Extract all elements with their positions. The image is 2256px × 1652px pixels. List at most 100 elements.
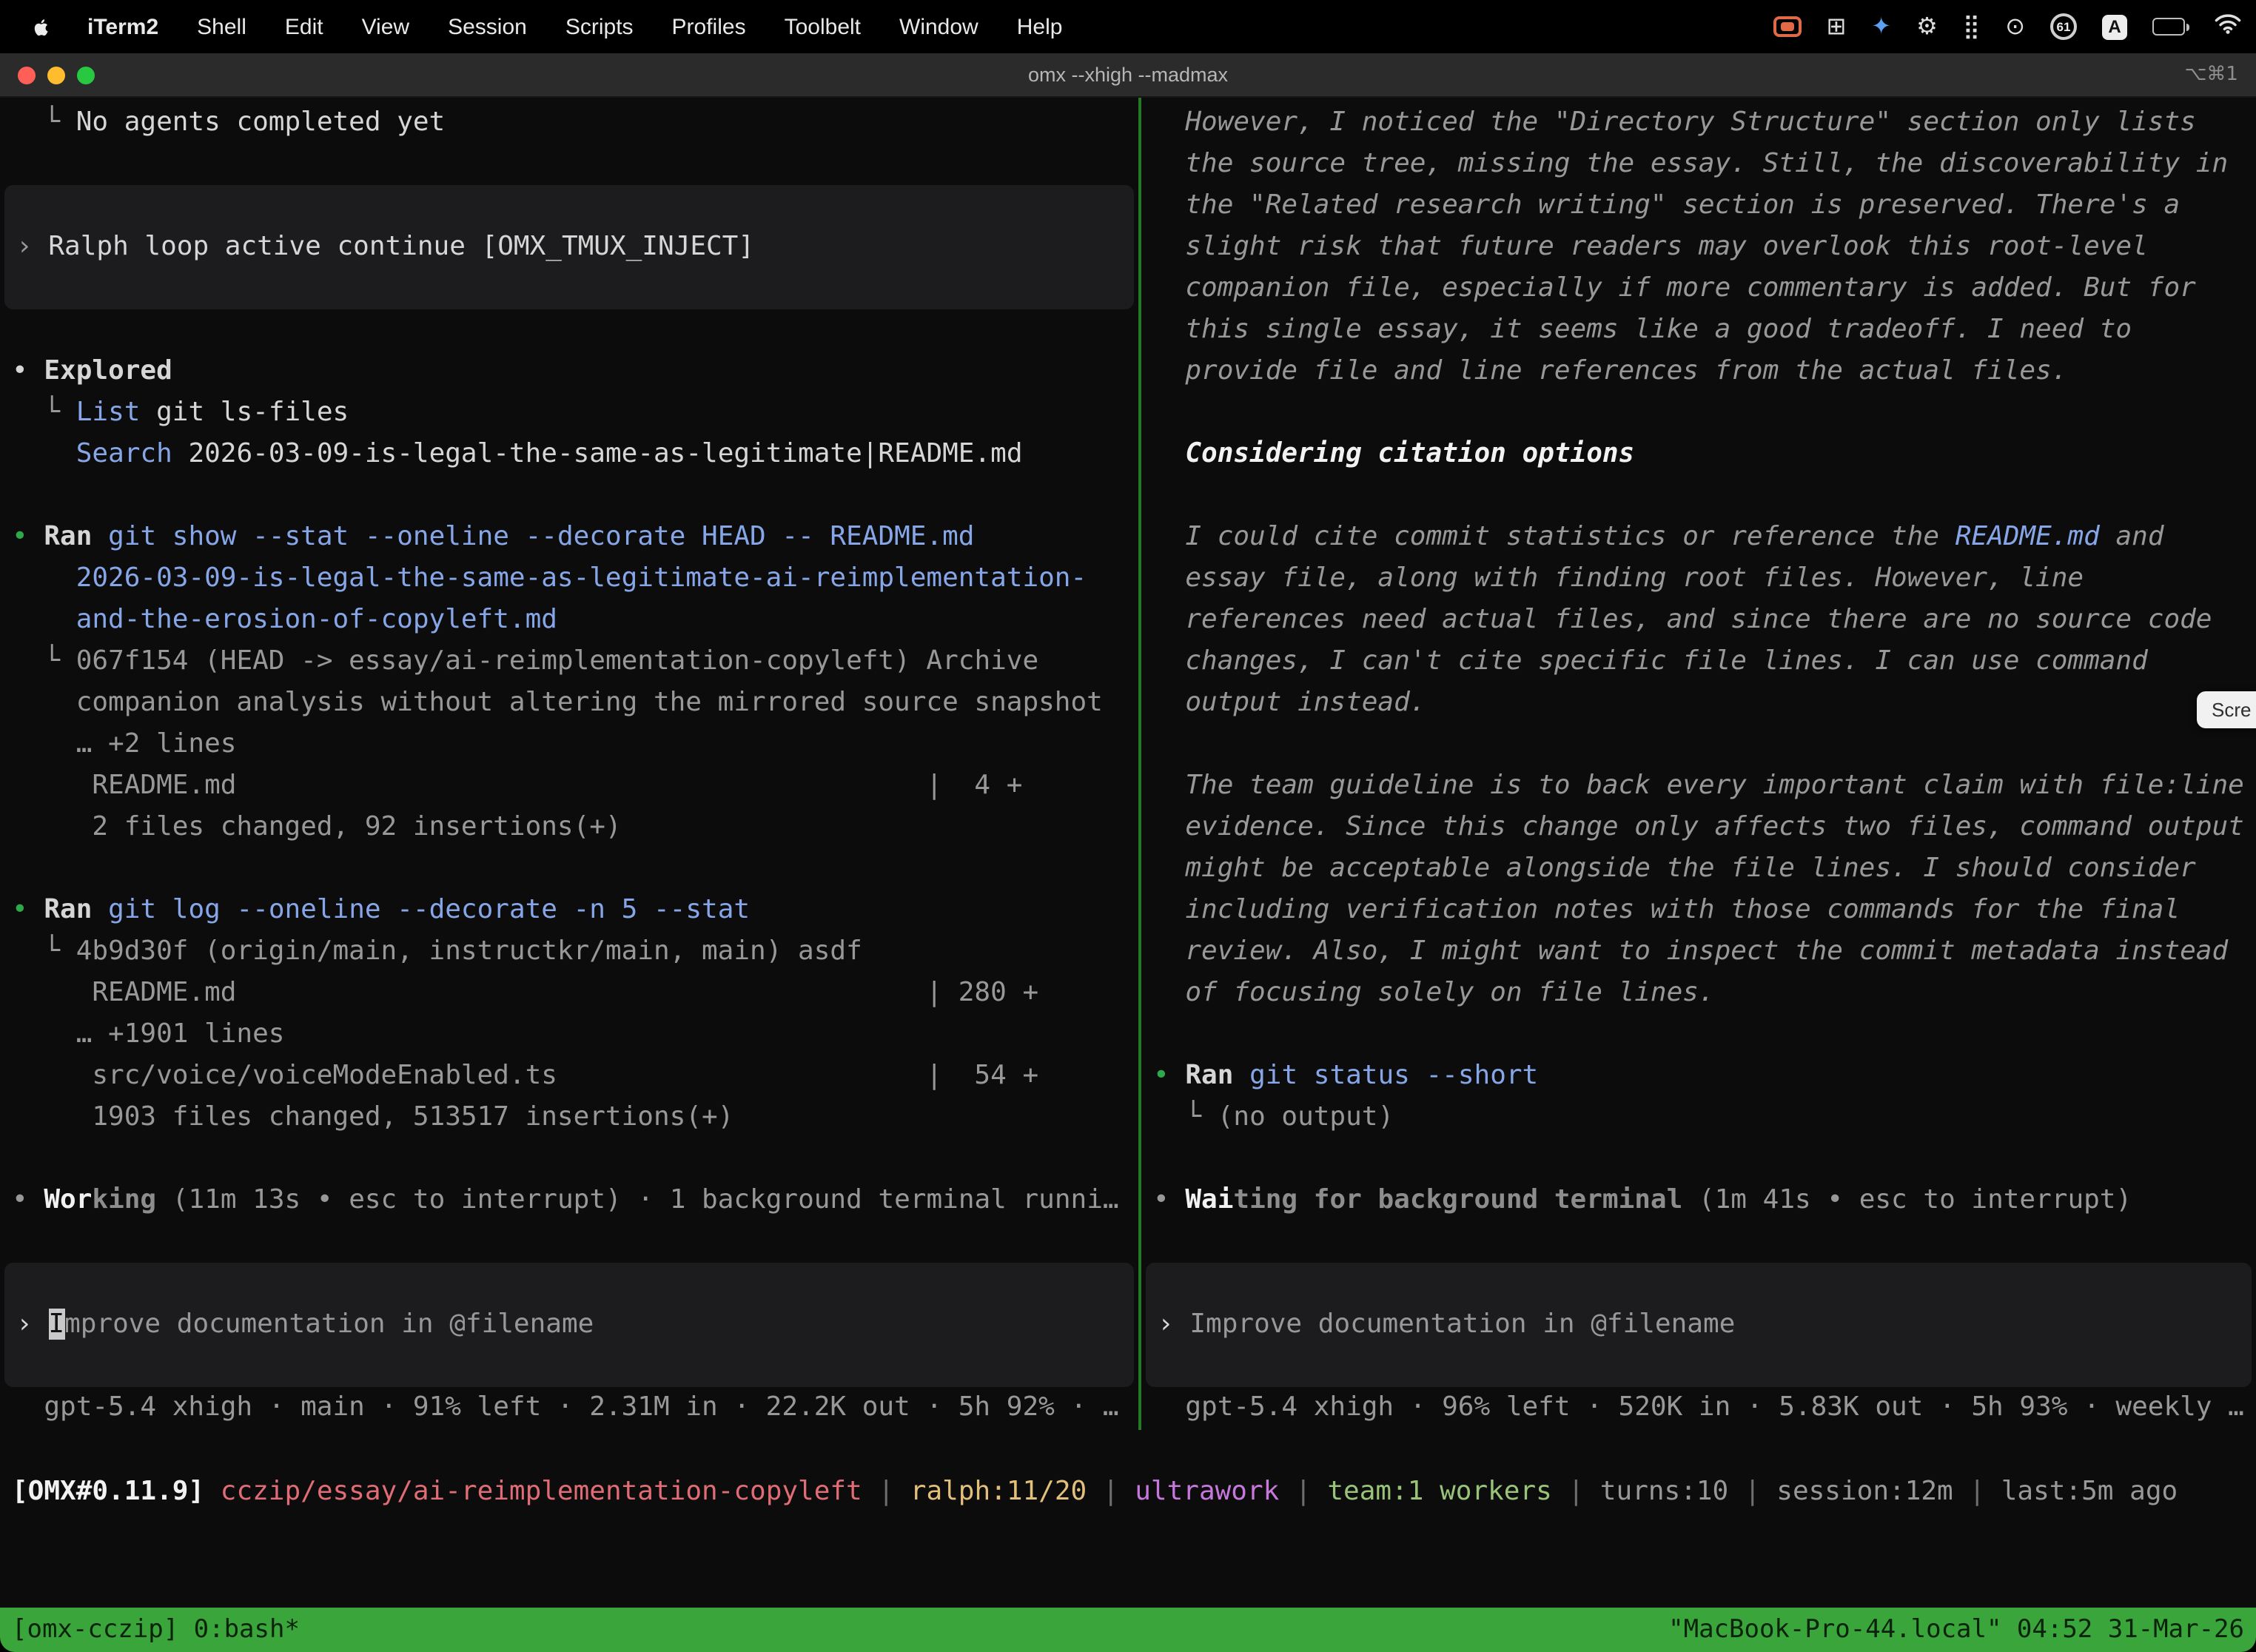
text-segment: (1m 41s • esc to interrupt) — [1682, 1184, 2132, 1215]
text-segment: cczip/essay/ai-reimplementation-copyleft — [221, 1476, 862, 1507]
text-segment — [204, 1476, 221, 1507]
text-segment: Wai — [1185, 1184, 1233, 1215]
prompt-input-right[interactable]: › Improve documentation in @filename — [1146, 1263, 2252, 1387]
text-segment: git status --short — [1249, 1060, 1538, 1091]
menu-bar-left: iTerm2 Shell Edit View Session Scripts Profile… — [27, 14, 1062, 39]
text-segment: of focusing solely on file lines. — [1153, 977, 1715, 1008]
text-segment: • — [12, 521, 44, 552]
menu-item-profiles[interactable]: Profiles — [672, 14, 746, 39]
terminal-line: and-the-erosion-of-copyleft.md — [0, 600, 1138, 641]
ralph-loop-banner[interactable]: › Ralph loop active continue [OMX_TMUX_I… — [4, 185, 1134, 309]
menu-item-scripts[interactable]: Scripts — [565, 14, 634, 39]
text-segment: and — [2100, 521, 2164, 552]
text-segment: src/voice/voiceModeEnabled.ts | 54 + — [12, 1060, 1038, 1091]
text-segment — [92, 894, 108, 925]
iterm-window: omx --xhigh --madmax ⌥⌘1 └ No agents com… — [0, 53, 2256, 1652]
terminal-line: › Improve documentation in @filename — [4, 1304, 1134, 1346]
text-segment: ting for background terminal — [1233, 1184, 1682, 1215]
menu-item-iterm2[interactable]: iTerm2 — [87, 14, 158, 39]
menu-item-edit[interactable]: Edit — [285, 14, 323, 39]
terminal-line: • Working (11m 13s • esc to interrupt) ·… — [0, 1180, 1138, 1221]
tmux-session-label: [omx-cczip] 0:bash* — [12, 1609, 300, 1651]
menu-item-view[interactable]: View — [362, 14, 410, 39]
text-segment — [92, 521, 108, 552]
terminal-pane-left[interactable]: └ No agents completed yet › Ralph loop ac… — [0, 98, 1138, 1430]
text-segment: • — [12, 894, 44, 925]
menu-item-session[interactable]: Session — [448, 14, 527, 39]
key-icon[interactable]: ⊙ — [2005, 15, 2025, 38]
grid-icon[interactable]: ⊞ — [1826, 15, 1846, 38]
text-segment: › — [16, 231, 48, 262]
terminal-line: › Improve documentation in @filename — [1146, 1304, 2252, 1346]
menu-item-help[interactable]: Help — [1017, 14, 1063, 39]
window-title-bar[interactable]: omx --xhigh --madmax ⌥⌘1 — [0, 53, 2256, 98]
wifi-icon[interactable] — [2215, 13, 2241, 40]
input-source-icon[interactable]: A — [2102, 14, 2127, 39]
terminal-area: └ No agents completed yet › Ralph loop ac… — [0, 98, 2256, 1652]
text-segment: slight risk that future readers may over… — [1153, 231, 2148, 262]
text-segment: references need actual files, and since … — [1153, 604, 2212, 635]
text-segment: Explored — [44, 355, 172, 386]
zoom-button[interactable] — [77, 66, 95, 84]
text-segment: Search — [76, 438, 172, 469]
battery-icon[interactable] — [2152, 18, 2189, 36]
terminal-line: 2026-03-09-is-legal-the-same-as-legitima… — [0, 558, 1138, 600]
terminal-line — [1141, 724, 2256, 765]
terminal-line: might be acceptable alongside the file l… — [1141, 848, 2256, 890]
screen-overlay-button[interactable]: Scre — [2197, 691, 2256, 728]
gear-icon[interactable]: ⚙ — [1916, 15, 1938, 38]
text-segment: I could cite commit statistics or refere… — [1153, 521, 1955, 552]
terminal-line: of focusing solely on file lines. — [1141, 973, 2256, 1014]
text-segment: provide file and line references from th… — [1153, 355, 2067, 386]
menu-item-toolbelt[interactable]: Toolbelt — [785, 14, 861, 39]
text-segment: git log --oneline --decorate -n 5 --stat — [108, 894, 750, 925]
apple-menu-icon[interactable] — [27, 14, 49, 39]
sparkle-icon[interactable]: ✦ — [1871, 15, 1891, 38]
terminal-line: 1903 files changed, 513517 insertions(+) — [0, 1097, 1138, 1138]
text-segment: review. Also, I might want to inspect th… — [1153, 936, 2228, 967]
terminal-line — [0, 1138, 1138, 1180]
terminal-line: gpt-5.4 xhigh · 96% left · 520K in · 5.8… — [1141, 1387, 2256, 1428]
terminal-line: the "Related research writing" section i… — [1141, 185, 2256, 226]
text-segment: this single essay, it seems like a good … — [1153, 314, 2132, 345]
text-segment: I — [48, 1309, 64, 1340]
terminal-pane-right[interactable]: However, I noticed the "Directory Struct… — [1141, 98, 2256, 1430]
terminal-line: this single essay, it seems like a good … — [1141, 309, 2256, 351]
terminal-line: slight risk that future readers may over… — [1141, 226, 2256, 268]
terminal-line: companion file, especially if more comme… — [1141, 268, 2256, 309]
text-segment: essay file, along with finding root file… — [1153, 563, 2084, 594]
terminal-line: 2 files changed, 92 insertions(+) — [0, 807, 1138, 848]
terminal-line — [1141, 392, 2256, 434]
text-segment: └ — [12, 107, 76, 138]
macos-menu-bar: iTerm2 Shell Edit View Session Scripts Profile… — [0, 0, 2256, 53]
text-segment: companion file, especially if more comme… — [1153, 272, 2196, 303]
terminal-line — [1141, 475, 2256, 517]
text-segment: README.md | 280 + — [12, 977, 1038, 1008]
screen-recording-indicator-icon[interactable] — [1773, 16, 1801, 37]
gauge-icon[interactable]: 61 — [2050, 13, 2077, 40]
text-segment: 067f154 (HEAD -> essay/ai-reimplementati… — [76, 645, 1038, 676]
text-segment: 2026-03-09-is-legal-the-same-as-legitima… — [12, 563, 1087, 594]
text-segment: ultrawork — [1135, 1476, 1279, 1507]
terminal-line — [0, 1221, 1138, 1263]
window-shortcut-hint: ⌥⌘1 — [2184, 64, 2238, 86]
window-title: omx --xhigh --madmax — [0, 64, 2256, 86]
text-segment: No agents completed yet — [76, 107, 446, 138]
text-segment: └ — [12, 936, 76, 967]
prompt-input-left[interactable]: › Improve documentation in @filename — [4, 1263, 1134, 1387]
terminal-line: evidence. Since this change only affects… — [1141, 807, 2256, 848]
menu-item-window[interactable]: Window — [899, 14, 978, 39]
text-segment: output instead. — [1153, 687, 1426, 718]
text-segment: git ls-files — [140, 397, 349, 428]
menu-item-shell[interactable]: Shell — [197, 14, 246, 39]
terminal-line: including verification notes with those … — [1141, 890, 2256, 931]
dots-grid-icon[interactable]: ⣿ — [1963, 15, 1980, 38]
battery-body — [2152, 18, 2185, 36]
tmux-panes: └ No agents completed yet › Ralph loop ac… — [0, 98, 2256, 1430]
text-segment: gpt-5.4 xhigh · main · 91% left · 2.31M … — [12, 1391, 1119, 1423]
terminal-line: └ 067f154 (HEAD -> essay/ai-reimplementa… — [0, 641, 1138, 682]
text-segment: Wor — [44, 1184, 92, 1215]
minimize-button[interactable] — [47, 66, 65, 84]
terminal-line: review. Also, I might want to inspect th… — [1141, 931, 2256, 973]
close-button[interactable] — [18, 66, 36, 84]
